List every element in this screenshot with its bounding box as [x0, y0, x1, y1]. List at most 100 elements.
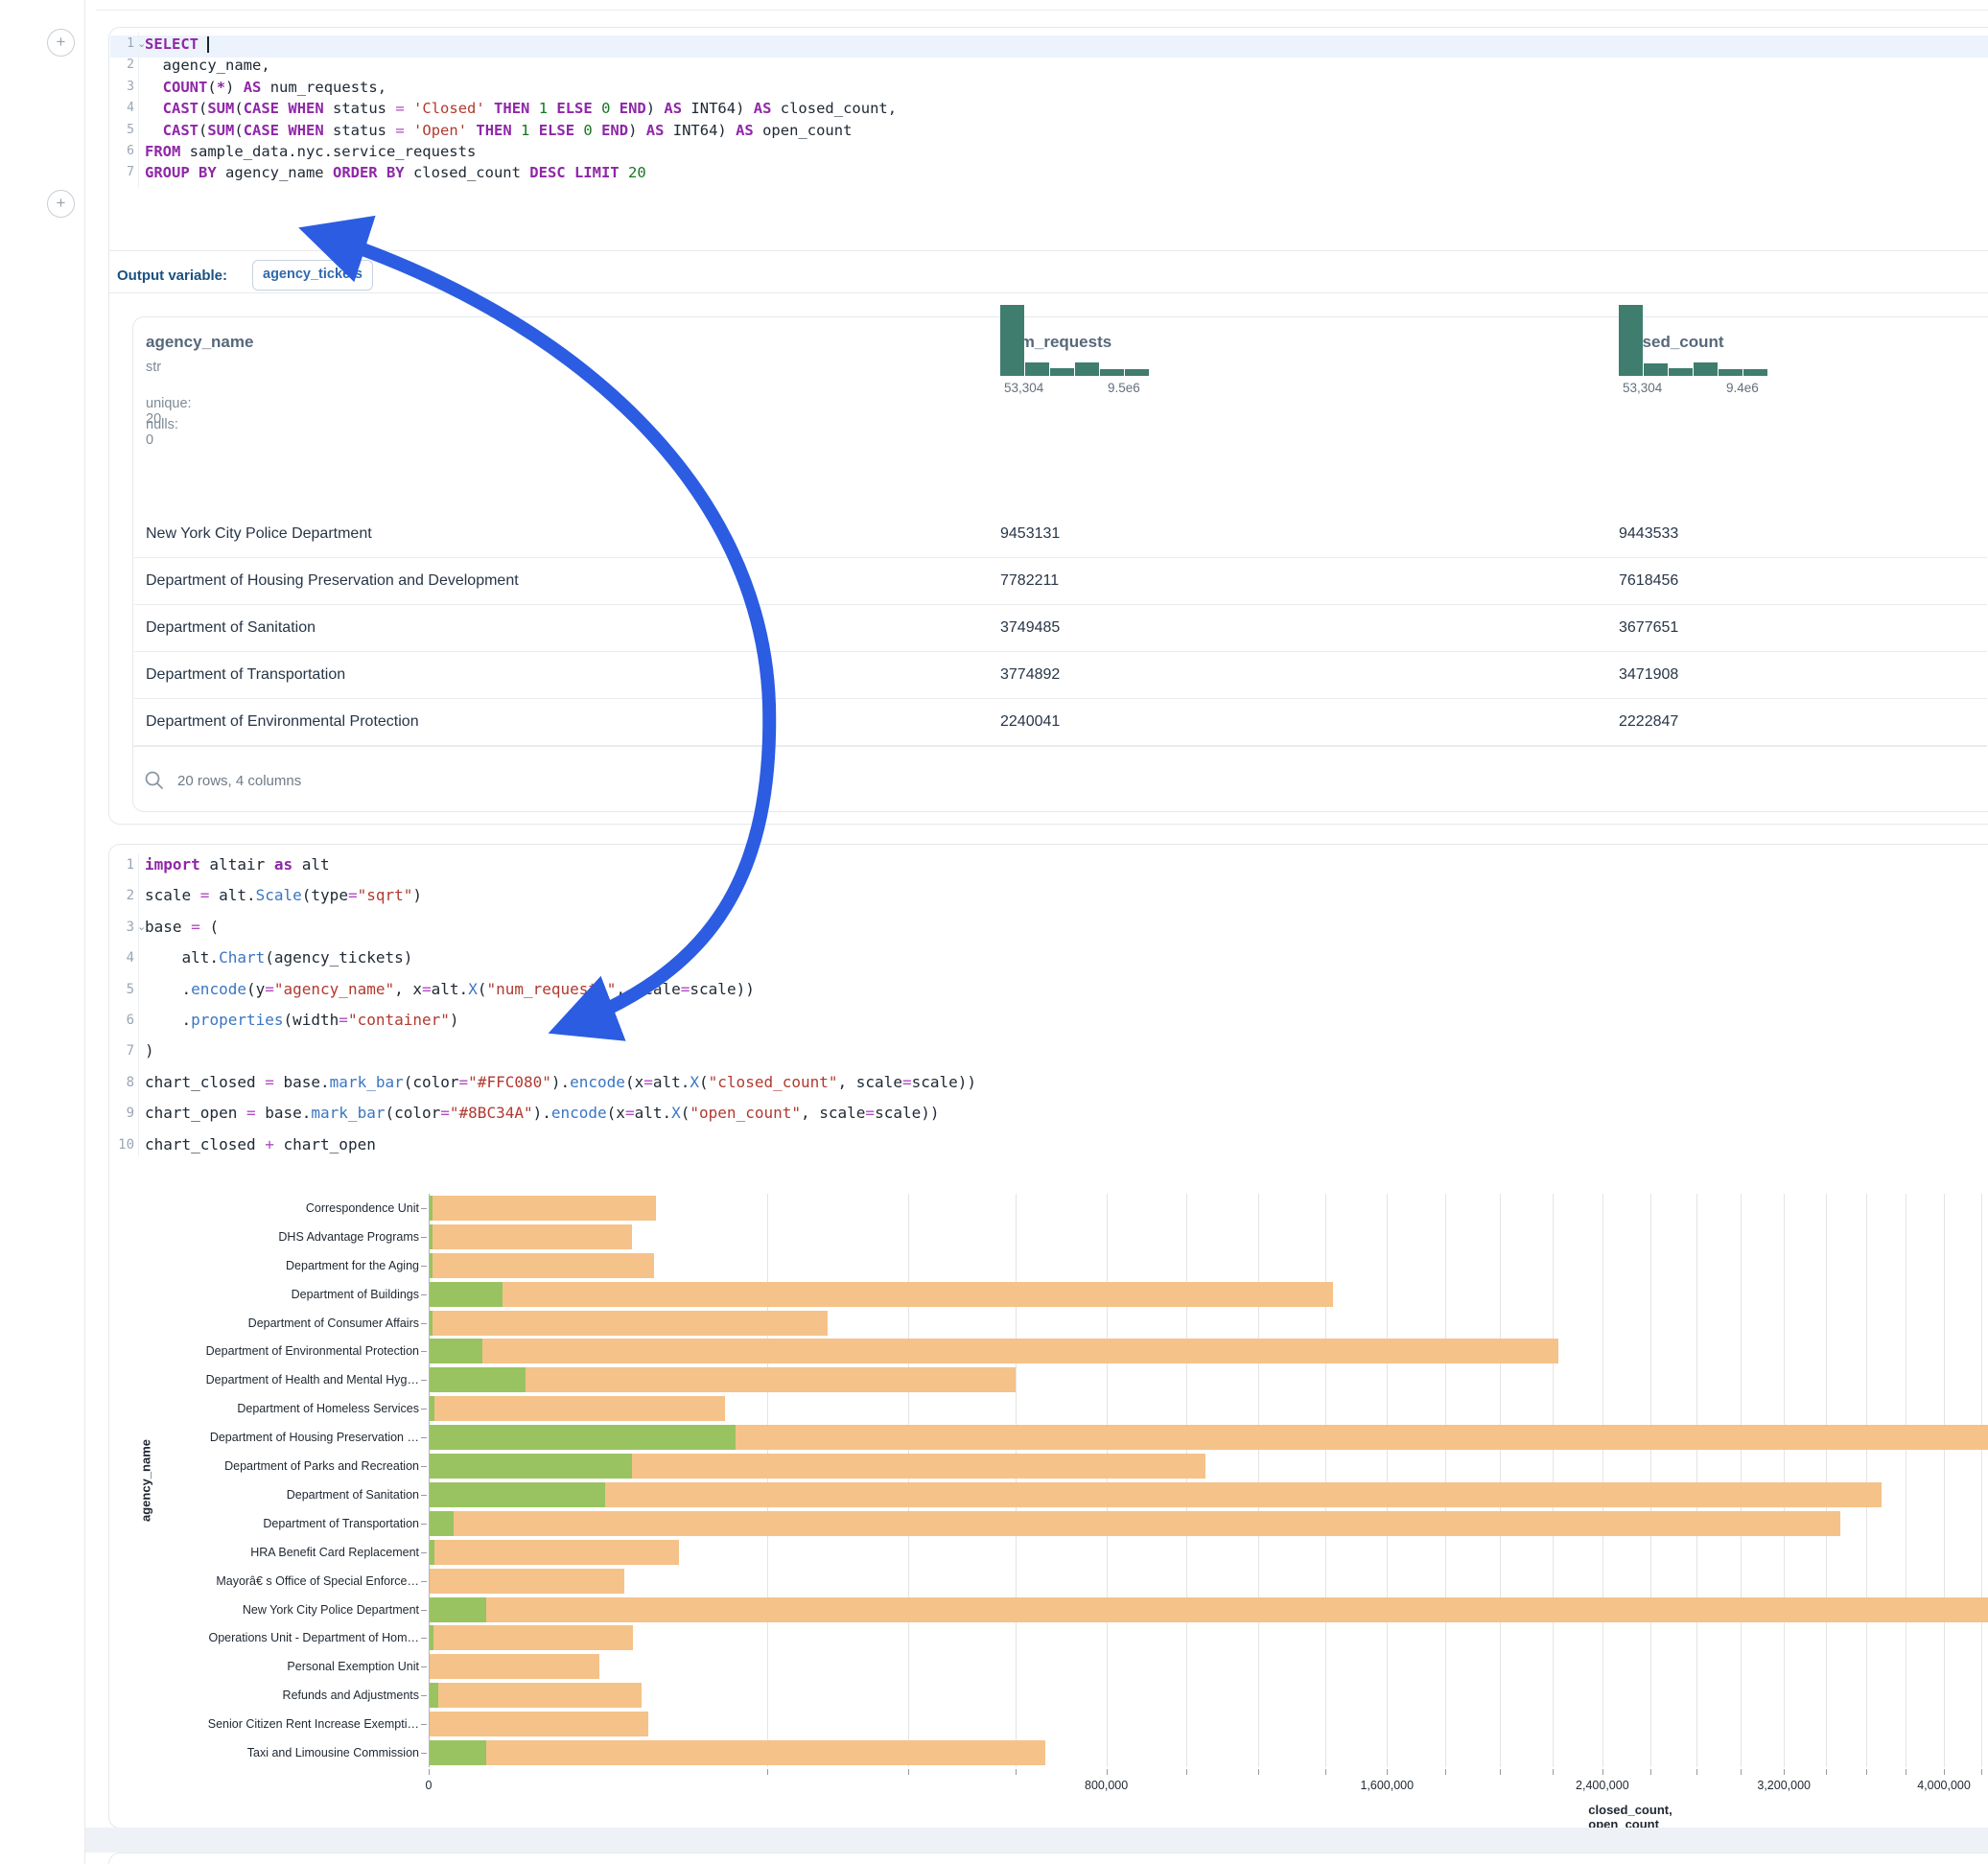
bar-open-count[interactable] — [429, 1425, 736, 1450]
code-text: .properties(width="container") — [145, 1005, 459, 1036]
column-histogram[interactable] — [1000, 305, 1149, 376]
histogram-min-label: 53,304 — [1004, 381, 1043, 395]
bar-open-count[interactable] — [429, 1482, 605, 1507]
table-row[interactable]: New York City Police Department945313194… — [134, 511, 1987, 558]
histogram-bar — [1644, 363, 1668, 376]
bar-closed-count[interactable] — [429, 1683, 642, 1708]
search-icon[interactable] — [144, 770, 165, 791]
add-cell-button-top[interactable]: + — [47, 29, 75, 57]
bar-open-count[interactable] — [429, 1740, 486, 1765]
table-row[interactable]: Department of Sanitation37494853677651 — [134, 605, 1987, 652]
code-text: FROM sample_data.nyc.service_requests — [145, 141, 476, 162]
gridline — [1016, 1194, 1017, 1767]
bar-closed-count[interactable] — [429, 1224, 632, 1249]
y-axis-tick — [421, 1524, 427, 1525]
x-axis-tick-label: 2,400,000 — [1576, 1779, 1629, 1792]
y-axis-label: Taxi and Limousine Commission — [112, 1746, 419, 1759]
x-axis-tick — [429, 1769, 430, 1775]
python-gutter-divider — [138, 853, 139, 1156]
x-axis-tick — [1445, 1769, 1446, 1775]
x-axis-tick — [1826, 1769, 1827, 1775]
table-row[interactable]: Department of Environmental Protection22… — [134, 699, 1987, 746]
code-text: agency_name, — [145, 55, 270, 76]
histogram-bar — [1025, 362, 1049, 376]
bar-closed-count[interactable] — [429, 1396, 725, 1421]
histogram-bar — [1050, 368, 1074, 376]
gridline — [767, 1194, 768, 1767]
x-axis-tick-label: 0 — [426, 1779, 433, 1792]
output-variable-pill[interactable]: agency_tickets — [252, 260, 373, 291]
column-header-agency_name[interactable]: agency_name — [146, 333, 253, 352]
cell-agency-name: New York City Police Department — [146, 525, 372, 543]
bar-open-count[interactable] — [429, 1367, 526, 1392]
x-axis-tick — [1186, 1769, 1187, 1775]
y-axis-label: DHS Advantage Programs — [112, 1230, 419, 1244]
x-axis-tick — [1258, 1769, 1259, 1775]
bar-closed-count[interactable] — [429, 1339, 1558, 1363]
code-text: import altair as alt — [145, 850, 330, 880]
y-axis-label: Senior Citizen Rent Increase Exempti… — [112, 1717, 419, 1731]
bar-closed-count[interactable] — [429, 1253, 654, 1278]
y-axis-tick — [421, 1724, 427, 1725]
x-axis-tick — [1016, 1769, 1017, 1775]
bar-closed-count[interactable] — [429, 1654, 599, 1679]
bar-closed-count[interactable] — [429, 1712, 648, 1736]
line-number: 2 — [109, 55, 134, 76]
x-axis-tick — [1500, 1769, 1501, 1775]
bar-closed-count[interactable] — [429, 1740, 1045, 1765]
y-axis-label: Department of Consumer Affairs — [112, 1316, 419, 1330]
bar-closed-count[interactable] — [429, 1597, 1988, 1622]
bar-closed-count[interactable] — [429, 1540, 679, 1565]
bar-open-count[interactable] — [429, 1454, 632, 1479]
bar-closed-count[interactable] — [429, 1282, 1333, 1307]
histogram-min-label: 53,304 — [1623, 381, 1662, 395]
y-axis-label: Department of Environmental Protection — [112, 1344, 419, 1358]
x-axis-tick — [1553, 1769, 1554, 1775]
dataframe-rows: New York City Police Department945313194… — [133, 511, 1987, 746]
bar-closed-count[interactable] — [429, 1625, 633, 1650]
output-row-divider — [109, 292, 1988, 293]
gridline — [1500, 1194, 1501, 1767]
code-text: CAST(SUM(CASE WHEN status = 'Open' THEN … — [145, 120, 852, 141]
cell-num-requests: 9453131 — [1000, 525, 1060, 543]
bar-closed-count[interactable] — [429, 1482, 1882, 1507]
code-text: .encode(y="agency_name", x=alt.X("num_re… — [145, 974, 755, 1005]
histogram-max-label: 9.5e6 — [1108, 381, 1140, 395]
gridline — [908, 1194, 909, 1767]
bar-open-count[interactable] — [429, 1597, 486, 1622]
y-axis-domain-line — [429, 1194, 430, 1767]
y-axis-label: Operations Unit - Department of Hom… — [112, 1631, 419, 1644]
line-number: 4 — [109, 943, 134, 973]
x-axis-tick — [1107, 1769, 1108, 1775]
table-row[interactable]: Department of Housing Preservation and D… — [134, 558, 1987, 605]
gridline — [1107, 1194, 1108, 1767]
y-axis-tick — [421, 1638, 427, 1639]
cell-agency-name: Department of Sanitation — [146, 619, 316, 637]
y-axis-tick — [421, 1753, 427, 1754]
y-axis-label: Correspondence Unit — [112, 1201, 419, 1215]
bar-open-count[interactable] — [429, 1511, 454, 1536]
bar-closed-count[interactable] — [429, 1311, 828, 1336]
column-histogram[interactable] — [1619, 305, 1767, 376]
bar-closed-count[interactable] — [429, 1569, 624, 1594]
add-cell-button-below-sql[interactable]: + — [47, 190, 75, 218]
y-axis-tick — [421, 1208, 427, 1209]
output-variable-label: Output variable: — [117, 268, 227, 284]
line-number: 7 — [109, 162, 134, 183]
bar-open-count[interactable] — [429, 1339, 482, 1363]
y-axis-label: Refunds and Adjustments — [112, 1689, 419, 1702]
y-axis-tick — [421, 1552, 427, 1553]
bar-open-count[interactable] — [429, 1282, 503, 1307]
bar-open-count[interactable] — [429, 1683, 438, 1708]
bar-closed-count[interactable] — [429, 1196, 656, 1221]
cell-num-requests: 3774892 — [1000, 666, 1060, 684]
histogram-bar — [1125, 369, 1149, 376]
y-axis-label: Department of Housing Preservation … — [112, 1431, 419, 1444]
sql-cell-divider — [109, 250, 1988, 251]
y-axis-label: Mayorâ€ s Office of Special Enforce… — [112, 1574, 419, 1588]
table-row[interactable]: Department of Transportation377489234719… — [134, 652, 1987, 699]
bar-closed-count[interactable] — [429, 1511, 1840, 1536]
line-number: 7 — [109, 1036, 134, 1066]
line-number: 4 — [109, 98, 134, 119]
line-number: 3 — [109, 77, 134, 98]
